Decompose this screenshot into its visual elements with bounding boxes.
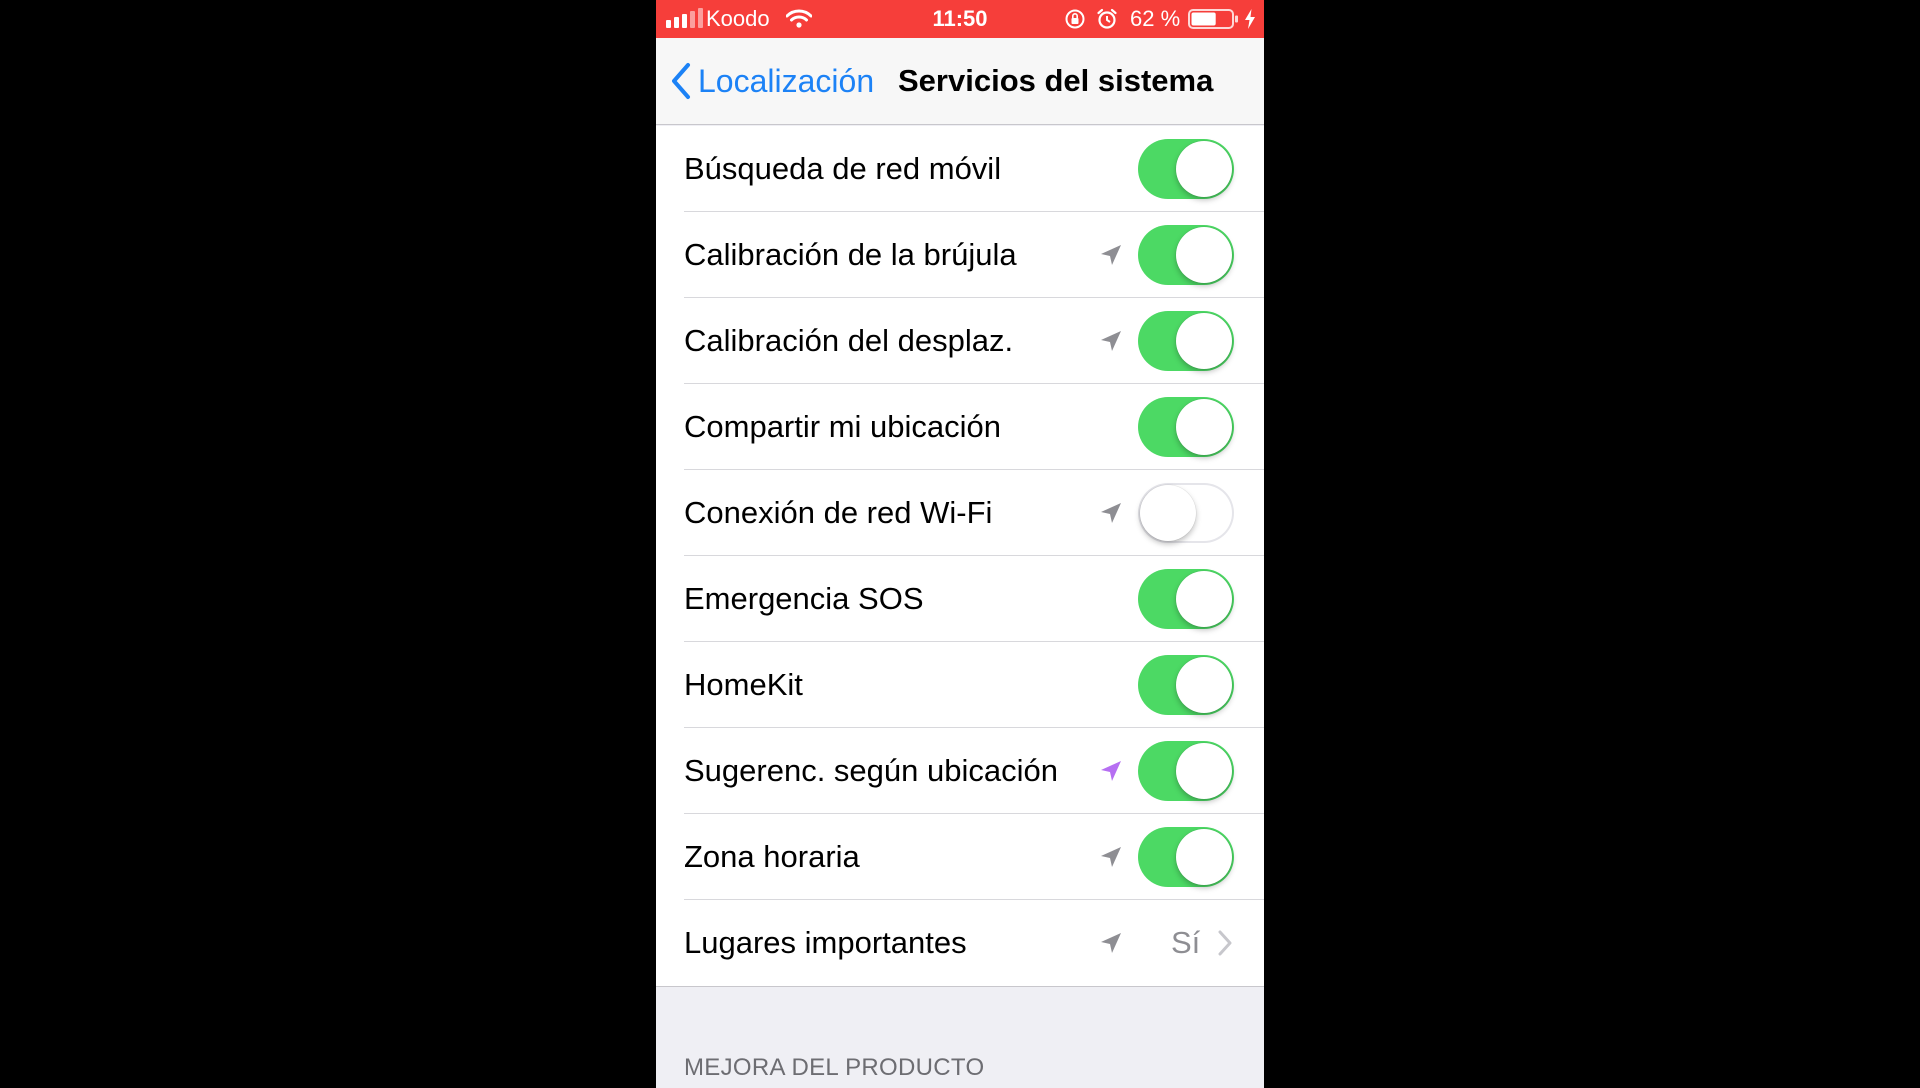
detail-value: Sí <box>1171 925 1201 960</box>
setting-label: Lugares importantes <box>684 925 967 960</box>
setting-label: Calibración de la brújula <box>684 237 1017 272</box>
setting-label: Emergencia SOS <box>684 581 924 616</box>
setting-row: HomeKit <box>656 642 1264 728</box>
section-header: MEJORA DEL PRODUCTO <box>684 1054 985 1081</box>
location-arrow-icon <box>1101 331 1121 351</box>
setting-row: Zona horaria <box>656 814 1264 900</box>
page-title: Servicios del sistema <box>898 63 1214 98</box>
toggle-knob <box>1176 227 1232 283</box>
location-arrow-purple-icon <box>1101 761 1121 781</box>
setting-row: Calibración del desplaz. <box>656 298 1264 384</box>
important-locations-row[interactable]: Lugares importantes Sí <box>656 900 1264 986</box>
toggle-knob <box>1176 829 1232 885</box>
setting-toggle[interactable] <box>1138 483 1234 543</box>
setting-row: Búsqueda de red móvil <box>656 126 1264 212</box>
setting-toggle[interactable] <box>1138 655 1234 715</box>
battery-percentage: 62 % <box>1130 6 1181 31</box>
location-arrow-icon <box>1101 933 1121 953</box>
toggle-knob <box>1176 743 1232 799</box>
charging-bolt-icon <box>1244 0 1256 38</box>
chevron-right-icon <box>1218 930 1232 956</box>
setting-row: Conexión de red Wi-Fi <box>656 470 1264 556</box>
setting-label: HomeKit <box>684 667 803 702</box>
setting-label: Búsqueda de red móvil <box>684 151 1002 186</box>
setting-toggle[interactable] <box>1138 225 1234 285</box>
setting-label: Conexión de red Wi-Fi <box>684 495 993 530</box>
toggle-knob <box>1176 141 1232 197</box>
setting-row: Emergencia SOS <box>656 556 1264 642</box>
status-bar: Koodo 11:50 62 % <box>656 0 1264 38</box>
setting-toggle[interactable] <box>1138 569 1234 629</box>
system-services-list: Búsqueda de red móvil Calibración de la b… <box>656 126 1264 987</box>
setting-label: Zona horaria <box>684 839 860 874</box>
setting-row: Sugerenc. según ubicación <box>656 728 1264 814</box>
setting-row: Compartir mi ubicación <box>656 384 1264 470</box>
alarm-icon <box>1096 0 1118 38</box>
toggle-knob <box>1176 571 1232 627</box>
toggle-knob <box>1176 657 1232 713</box>
location-arrow-icon <box>1101 245 1121 265</box>
rotation-lock-icon <box>1064 0 1086 38</box>
setting-label: Sugerenc. según ubicación <box>684 753 1058 788</box>
setting-toggle[interactable] <box>1138 827 1234 887</box>
setting-toggle[interactable] <box>1138 139 1234 199</box>
navigation-bar: Localización Servicios del sistema <box>656 38 1264 125</box>
chevron-left-icon <box>672 63 690 99</box>
setting-label: Compartir mi ubicación <box>684 409 1001 444</box>
battery-icon <box>1188 0 1240 38</box>
location-arrow-icon <box>1101 847 1121 867</box>
setting-toggle[interactable] <box>1138 397 1234 457</box>
toggle-knob <box>1176 313 1232 369</box>
location-arrow-icon <box>1101 503 1121 523</box>
toggle-knob <box>1140 485 1196 541</box>
setting-row: Calibración de la brújula <box>656 212 1264 298</box>
back-button[interactable]: Localización <box>670 38 874 124</box>
toggle-knob <box>1176 399 1232 455</box>
setting-toggle[interactable] <box>1138 311 1234 371</box>
phone-screen: Koodo 11:50 62 % Localización Servicios … <box>656 0 1264 1088</box>
setting-toggle[interactable] <box>1138 741 1234 801</box>
setting-label: Calibración del desplaz. <box>684 323 1014 358</box>
back-button-label: Localización <box>698 62 875 99</box>
